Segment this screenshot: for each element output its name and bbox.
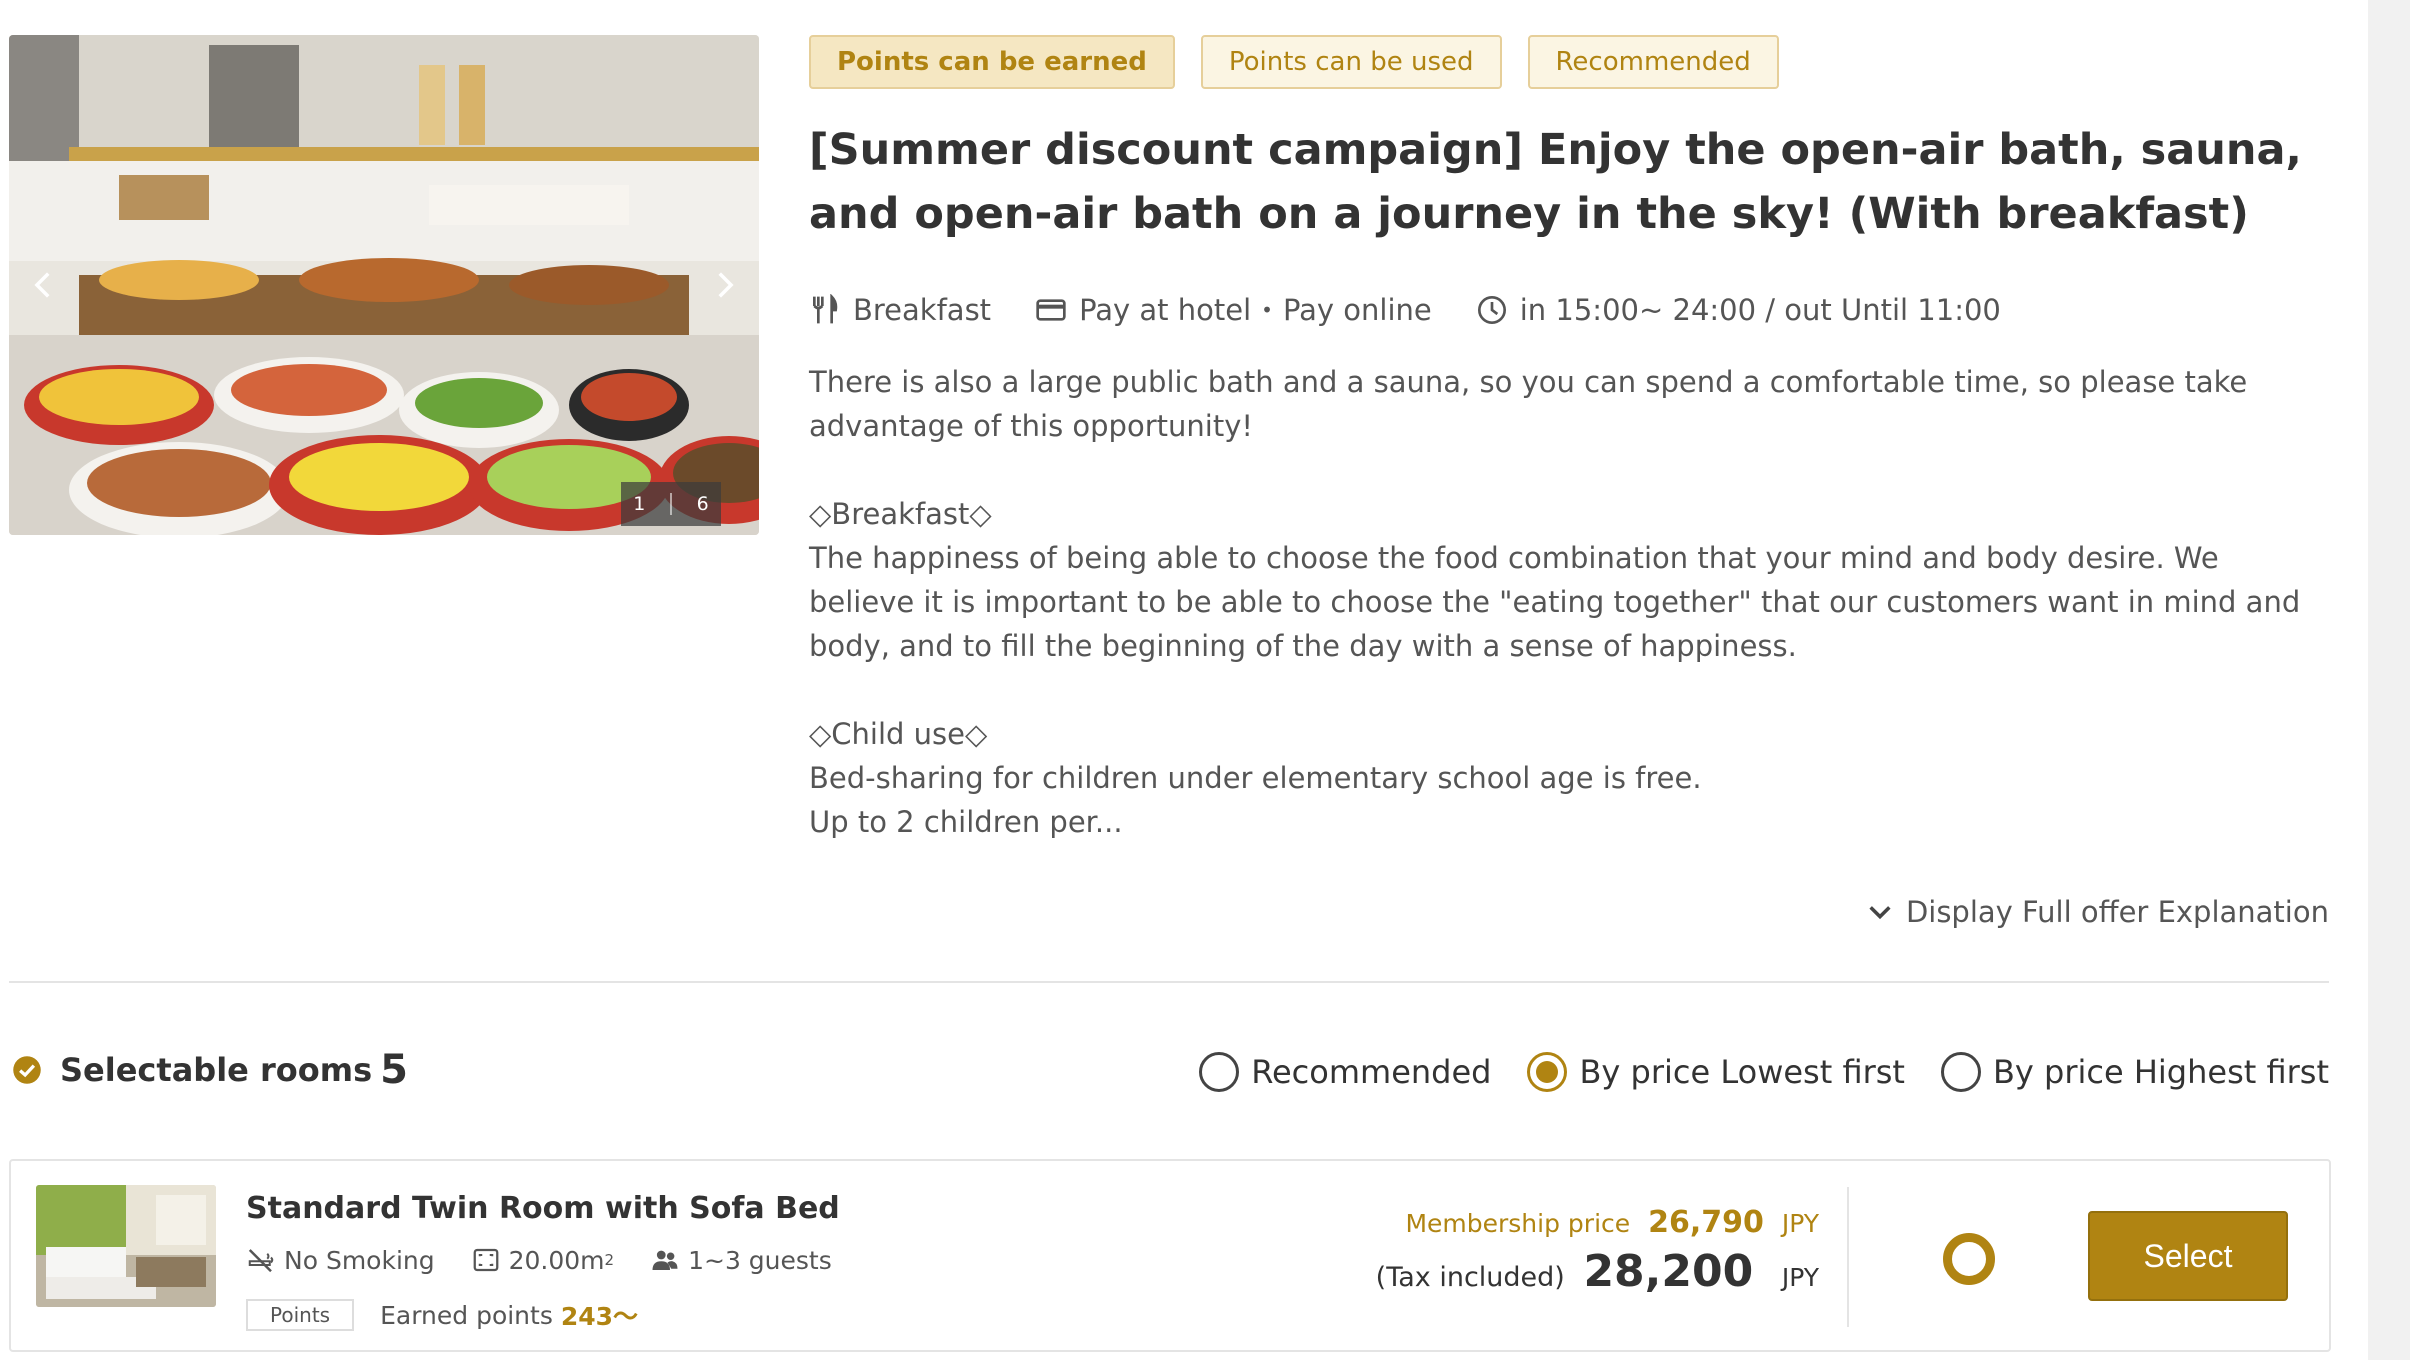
size-label: 20.00m [508, 1245, 605, 1275]
earned-points-value: 243〜 [560, 1302, 639, 1331]
room-meta: No Smoking 20.00m 2 1~3 guests [246, 1245, 868, 1275]
desc-intro: There is also a large public bath and a … [809, 365, 2248, 443]
chevron-left-icon [34, 272, 50, 298]
size-info: 20.00m 2 [471, 1245, 614, 1275]
sort-price-lowest-radio[interactable] [1527, 1052, 1568, 1092]
guests-label: 1~3 guests [688, 1245, 832, 1275]
plan-title: [Summer discount campaign] Enjoy the ope… [809, 125, 2302, 239]
desc-breakfast-heading: ◇Breakfast◇ [809, 497, 992, 531]
room-name[interactable]: Standard Twin Room with Sofa Bed [246, 1191, 840, 1226]
clock-icon [1477, 296, 1506, 324]
card-divider [1847, 1187, 1849, 1327]
room-select-radio[interactable] [1943, 1233, 1995, 1285]
membership-price-currency: JPY [1781, 1209, 1819, 1238]
room-sort-options: Recommended By price Lowest first By pri… [1163, 1046, 2329, 1098]
next-photo-arrow[interactable] [707, 268, 741, 302]
no-smoking-icon [248, 1249, 274, 1273]
room-points: Points Earned points 243〜 [246, 1297, 638, 1333]
credit-card-icon [1036, 299, 1066, 321]
room-size-icon [473, 1248, 498, 1272]
meal-info: Breakfast [809, 293, 991, 327]
display-full-explanation-link[interactable]: Display Full offer Explanation [1866, 890, 2329, 934]
checkin-label: in 15:00~ 24:00 / out Until 11:00 [1519, 293, 2001, 327]
desc-breakfast-text: The happiness of being able to choose th… [809, 541, 2301, 663]
photo-counter: 1 6 [621, 482, 721, 526]
desc-spacer [809, 448, 2329, 492]
meal-label: Breakfast [853, 293, 992, 327]
points-tag: Points [246, 1299, 355, 1331]
desc-spacer [809, 668, 2329, 712]
people-icon [652, 1250, 678, 1270]
sort-price-highest-radio[interactable] [1940, 1052, 1981, 1092]
chevron-down-icon [1869, 906, 1891, 920]
size-superscript: 2 [604, 1251, 615, 1269]
payment-online-label: Pay online [1282, 293, 1432, 327]
selectable-rooms-count: 5 [380, 1047, 408, 1093]
membership-price-line: Membership price 26,790 JPY [1376, 1205, 1819, 1240]
chevron-right-icon [718, 272, 734, 298]
sort-recommended-label: Recommended [1251, 1053, 1492, 1091]
check-circle-icon [13, 1056, 41, 1084]
prev-photo-arrow[interactable] [27, 268, 61, 302]
sort-recommended-radio[interactable] [1199, 1052, 1240, 1092]
membership-price-label: Membership price [1405, 1209, 1631, 1238]
sort-recommended[interactable]: Recommended [1199, 1052, 1491, 1092]
photo-total: 6 [696, 493, 709, 515]
sort-price-lowest[interactable]: By price Lowest first [1527, 1052, 1905, 1092]
select-button[interactable]: Select [2088, 1211, 2288, 1301]
tax-price-line: (Tax included) 28,200 JPY [1376, 1246, 1819, 1297]
smoking-label: No Smoking [284, 1245, 435, 1275]
price-value: 28,200 [1583, 1246, 1754, 1297]
plan-description: There is also a large public bath and a … [809, 360, 2329, 844]
breakfast-buffet-image [9, 35, 759, 535]
membership-price-value: 26,790 [1648, 1205, 1764, 1240]
fork-knife-icon [813, 294, 838, 324]
room-photo-image [36, 1185, 216, 1307]
checkin-info: in 15:00~ 24:00 / out Until 11:00 [1476, 293, 2001, 327]
plan-badges: Points can be earned Points can be used … [809, 35, 1779, 89]
guests-info: 1~3 guests [650, 1245, 832, 1275]
badge-points-used: Points can be used [1200, 35, 1502, 89]
section-divider [9, 981, 2329, 983]
scrollbar-track[interactable] [2368, 0, 2410, 1360]
full-explanation-label: Display Full offer Explanation [1905, 895, 2329, 929]
smoking-info: No Smoking [246, 1245, 435, 1275]
room-price: Membership price 26,790 JPY (Tax include… [1376, 1205, 1819, 1297]
sort-price-highest-label: By price Highest first [1992, 1053, 2329, 1091]
plan-info-row: Breakfast Pay at hotel • Pay online in 1… [809, 285, 2045, 335]
desc-child-line-2: Up to 2 children per... [809, 805, 1123, 839]
room-card: Standard Twin Room with Sofa Bed No Smok… [9, 1159, 2331, 1352]
payment-separator: • [1261, 298, 1273, 322]
selectable-rooms-header: Selectable rooms 5 [12, 1040, 408, 1100]
desc-child-line-1: Bed-sharing for children under elementar… [809, 761, 1702, 795]
payment-info: Pay at hotel • Pay online [1035, 293, 1432, 327]
price-currency: JPY [1781, 1263, 1819, 1292]
desc-child-heading: ◇Child use◇ [809, 717, 988, 751]
photo-current: 1 [633, 493, 646, 515]
room-thumbnail[interactable] [36, 1185, 216, 1307]
plan-photo[interactable]: 1 6 [9, 35, 759, 535]
counter-divider [669, 493, 672, 515]
earned-points-label: Earned points [380, 1300, 553, 1330]
sort-price-highest[interactable]: By price Highest first [1940, 1052, 2329, 1092]
badge-recommended: Recommended [1527, 35, 1779, 89]
tax-included-label: (Tax included) [1375, 1262, 1565, 1293]
badge-points-earned: Points can be earned [809, 35, 1175, 89]
selectable-rooms-label: Selectable rooms [60, 1051, 373, 1089]
sort-price-lowest-label: By price Lowest first [1579, 1053, 1905, 1091]
payment-hotel-label: Pay at hotel [1079, 293, 1252, 327]
